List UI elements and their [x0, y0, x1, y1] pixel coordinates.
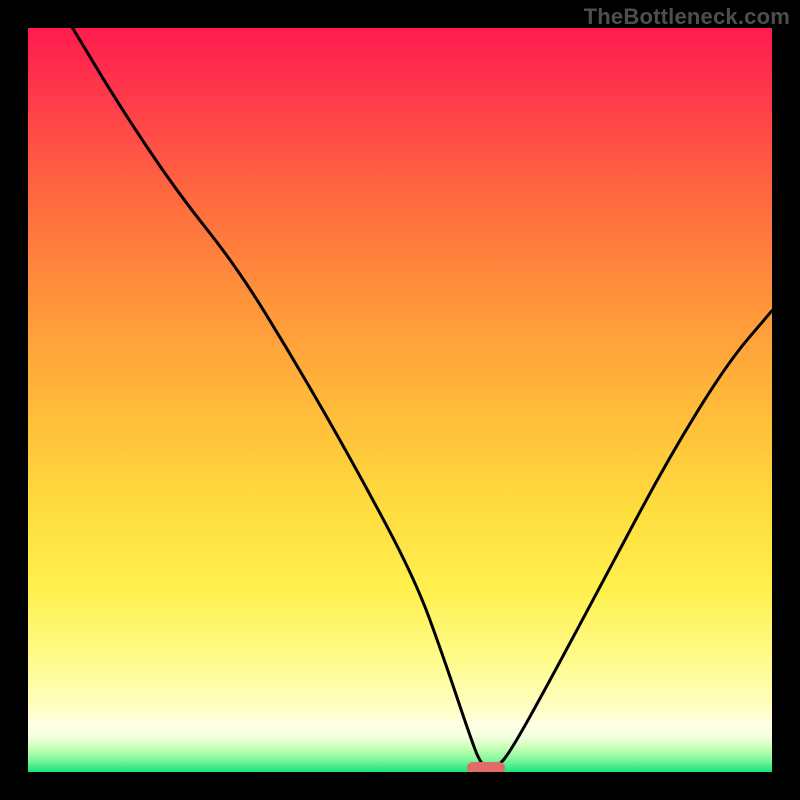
curve-svg: [28, 28, 772, 772]
plot-area: [28, 28, 772, 772]
attribution-label: TheBottleneck.com: [584, 4, 790, 30]
sweet-spot-marker: [467, 762, 505, 772]
bottleneck-curve: [73, 28, 772, 768]
chart-frame: TheBottleneck.com: [0, 0, 800, 800]
